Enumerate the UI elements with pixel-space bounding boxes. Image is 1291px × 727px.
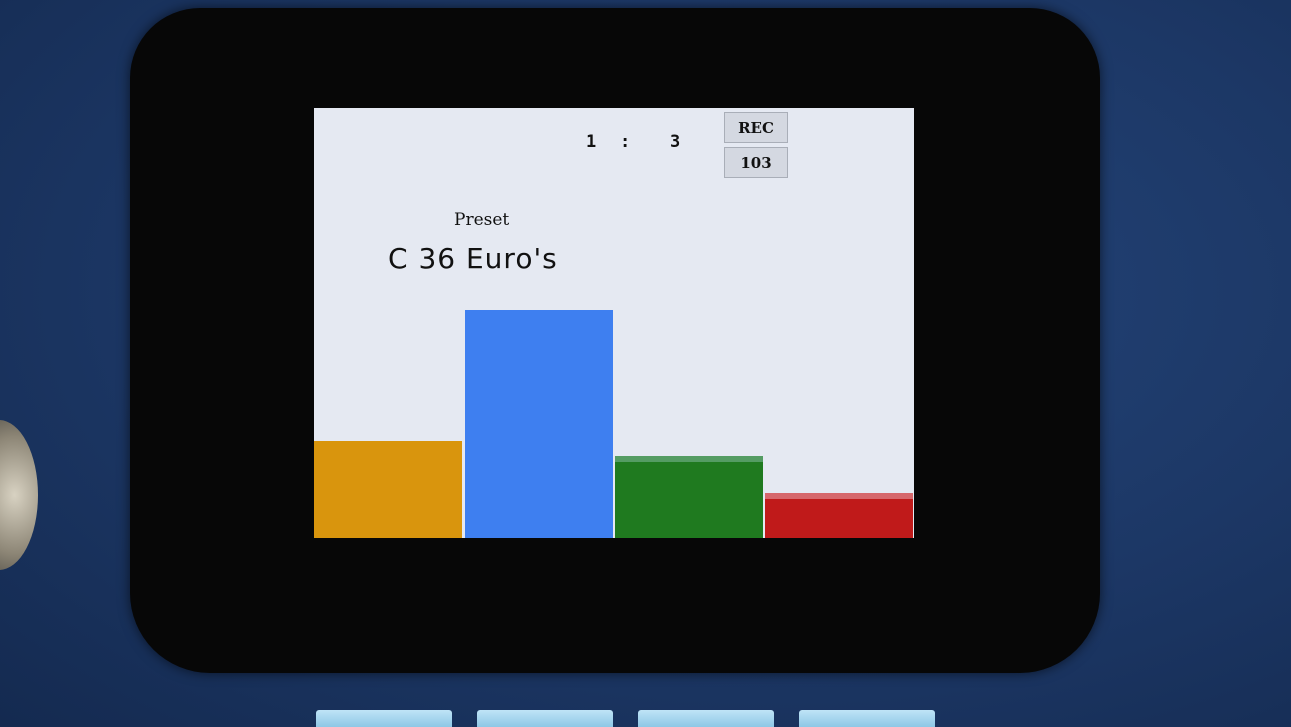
bar-3: [615, 456, 763, 538]
bar-4-cap: [765, 493, 913, 499]
hardware-button-3[interactable]: [638, 710, 774, 727]
bar-2-cap: [465, 310, 613, 316]
bar-2: [465, 310, 613, 538]
bar-4: [765, 493, 913, 538]
hardware-buttons: [0, 710, 1291, 727]
hardware-button-4[interactable]: [799, 710, 935, 727]
bar-3-cap: [615, 456, 763, 462]
rotary-knob[interactable]: [0, 420, 38, 570]
display-screen: 1 : 3 REC 103 Preset C 36 Euro's: [314, 108, 914, 538]
level-bars: [314, 108, 914, 538]
bar-1: [314, 441, 462, 538]
hardware-button-1[interactable]: [316, 710, 452, 727]
hardware-button-2[interactable]: [477, 710, 613, 727]
device-panel: 1 : 3 REC 103 Preset C 36 Euro's: [0, 0, 1291, 727]
bar-1-cap: [314, 441, 462, 447]
